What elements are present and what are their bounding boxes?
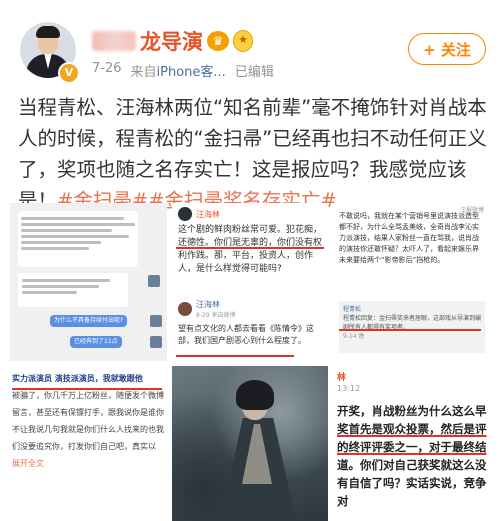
- grid-image-5[interactable]: [172, 366, 328, 521]
- highlight-underline: [176, 247, 324, 249]
- quoted-sub-text: 望有点文化的人都去看看《陈情令》这部，我们国产剧恶心到什么程度了。: [178, 324, 314, 345]
- grid-image-6[interactable]: 林 13:12 开奖，肖战粉丝为什么这么早 奖首先是观众投票，然后是评 的终评评…: [333, 366, 490, 521]
- grid-image-1[interactable]: 为什么不具备持续付出呢? 已经奔到了11点: [10, 203, 167, 361]
- chat-avatar: [150, 315, 162, 327]
- quoted-sub-author: 汪海林: [196, 300, 220, 309]
- verified-badge-icon: V: [58, 62, 80, 84]
- image-grid: 为什么不具备持续付出呢? 已经奔到了11点 汪海林 这个剧的鲜肉粉丝常可爱。犯花…: [10, 203, 490, 521]
- quoted-line: 有自信了吗？实话实说，竞争对: [337, 476, 487, 508]
- edited-label[interactable]: 已编辑: [235, 61, 274, 80]
- quoted-sub-meta: 8-29 来自微博: [196, 312, 236, 319]
- photo-figure-hair: [236, 380, 274, 410]
- source-link[interactable]: iPhone客...: [157, 65, 226, 80]
- quoted-author: 汪海林: [196, 209, 220, 219]
- quoted-reply: 程青松 程青松回复：金扫帚奖来者居眼，这部戏从导演到编剧所有人都得有奖项者。 9…: [339, 301, 485, 353]
- highlight-underline: [176, 355, 294, 357]
- medal-icon: ★: [233, 30, 253, 52]
- blurred-name-prefix: [92, 31, 136, 51]
- avatar-hair: [36, 26, 60, 38]
- quoted-time: 13:12: [337, 384, 361, 393]
- username-row[interactable]: 龙导演 ♛ ★: [92, 27, 253, 55]
- quoted-author: 林: [337, 373, 347, 383]
- grid-image-4[interactable]: 实力派演员 演技派演员，我就敢跟他 被骗了，你几千万上亿粉丝，随便发个微博留言，…: [10, 366, 167, 521]
- crown-icon: ♛: [207, 31, 229, 51]
- reply-meta: 9-14 晚: [343, 333, 365, 340]
- quoted-body: 被骗了，你几千万上亿粉丝，随便发个微博留言，甚至还有保镖打手，跟我说你是谁你不让…: [12, 391, 164, 451]
- post-source: 来自iPhone客...: [131, 61, 226, 80]
- mini-avatar: [178, 207, 192, 221]
- quoted-text-block: 开奖，肖战粉丝为什么这么早 奖首先是观众投票，然后是评 的终评评委之一，对于最终…: [337, 402, 488, 510]
- chat-message: [18, 211, 138, 267]
- post-timestamp: 7-26: [92, 61, 122, 76]
- post-body: 当程青松、汪海林两位“知名前辈”毫不掩饰针对肖战本人的时候，程青松的“金扫帚”已…: [18, 92, 488, 216]
- chat-avatar: [150, 336, 162, 348]
- quoted-line: 开奖，肖战粉丝为什么这么早: [337, 404, 487, 418]
- source-prefix: 来自: [130, 65, 157, 80]
- quoted-line: 的终评评委之一，对于最终结: [337, 440, 487, 454]
- quoted-post: 汪海林 这个剧的鲜肉粉丝常可爱。犯花痴，还德性。你们是无辜的，你们没有权利作践。…: [178, 207, 324, 276]
- highlight-underline: [12, 388, 162, 390]
- highlight-underline: [339, 329, 481, 331]
- quoted-line: 道。你们对自己获奖就这么没: [337, 458, 487, 472]
- quoted-text: 不敢说吗，我就在某个营销号里说演技派造型都不好，为什么全骂孟美岐，全奇肖战李沁实…: [339, 212, 479, 264]
- quoted-sub-post: 汪海林 8-29 来自微博 望有点文化的人都去看看《陈情令》这部，我们国产剧恶心…: [178, 299, 324, 347]
- username[interactable]: 龙导演: [140, 26, 203, 56]
- reply-author: 程青松: [343, 306, 362, 313]
- quoted-heading: 实力派演员 演技派演员，我就敢跟他: [12, 374, 143, 383]
- quoted-text: 这个剧的鲜肉粉丝常可爱。犯花痴，还德性。你们是无辜的，你们没有权利作践。那，平台…: [178, 225, 323, 274]
- mini-avatar: [178, 302, 192, 316]
- chat-message-blue: 为什么不具备持续付出呢?: [50, 315, 128, 327]
- chat-message-blue: 已经奔到了11点: [70, 336, 122, 348]
- chat-avatar: [148, 275, 160, 287]
- follow-button[interactable]: + 关注: [408, 33, 486, 65]
- grid-image-3[interactable]: 汪报微博 不敢说吗，我就在某个营销号里说演技派造型都不好，为什么全骂孟美岐，全奇…: [333, 203, 490, 361]
- grid-image-2[interactable]: 汪海林 这个剧的鲜肉粉丝常可爱。犯花痴，还德性。你们是无辜的，你们没有权利作践。…: [172, 203, 328, 361]
- post-meta: 7-26 来自iPhone客... 已编辑: [92, 61, 274, 80]
- quoted-text-block: 实力派演员 演技派演员，我就敢跟他 被骗了，你几千万上亿粉丝，随便发个微博留言，…: [12, 370, 165, 472]
- expand-link[interactable]: 展开全文: [12, 459, 44, 468]
- quoted-line: 奖首先是观众投票，然后是评: [337, 422, 487, 436]
- chat-message: [18, 273, 128, 307]
